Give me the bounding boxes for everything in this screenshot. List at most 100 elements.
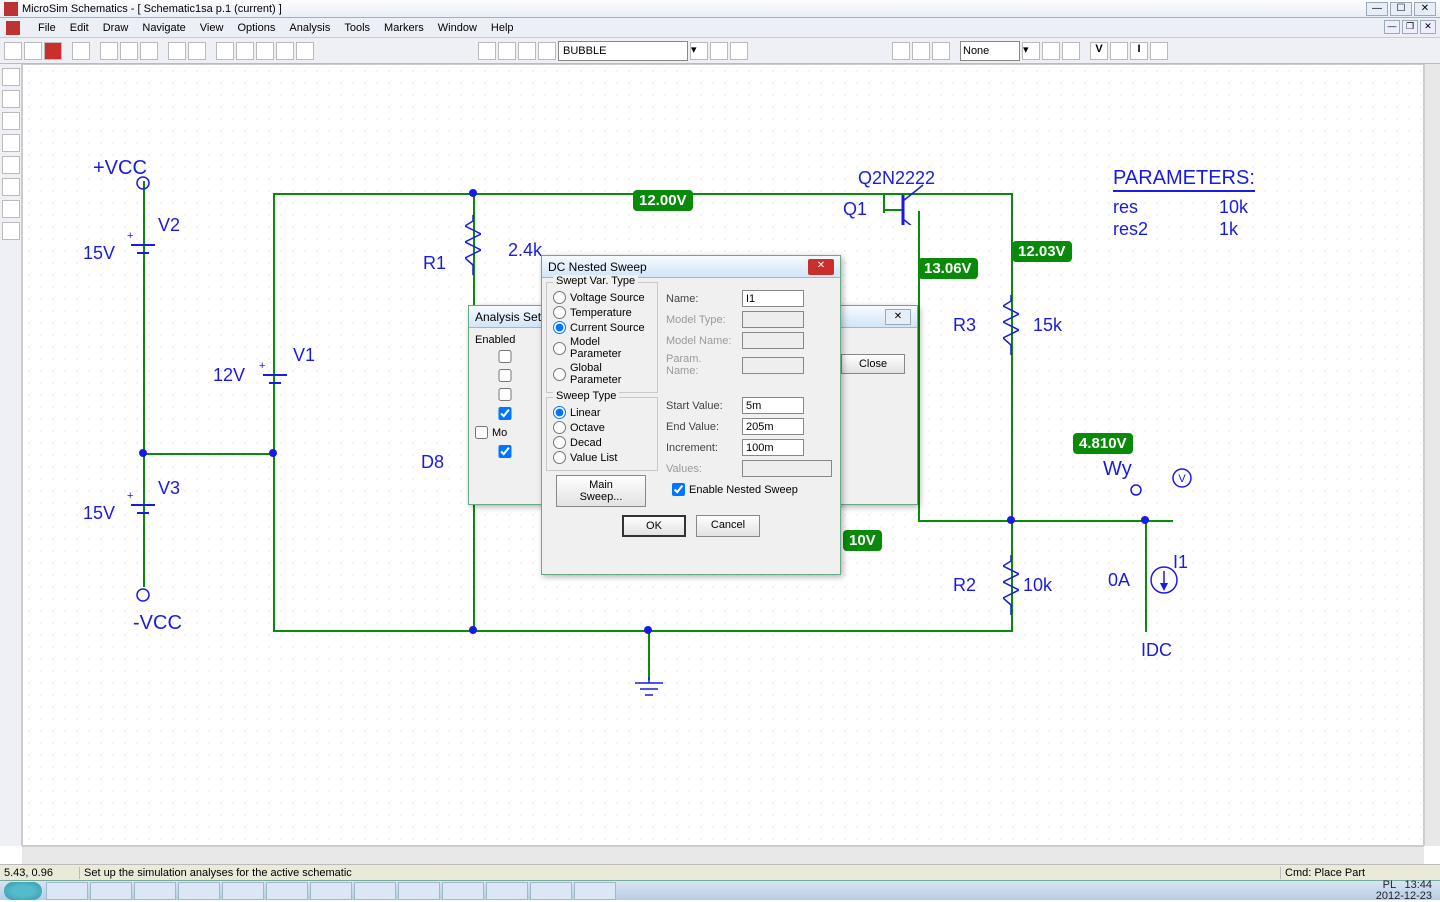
mdi-restore[interactable]: ❐ <box>1402 20 1418 34</box>
end-value-input[interactable] <box>742 418 804 435</box>
t1-icon[interactable] <box>478 42 496 60</box>
minimize-button[interactable]: — <box>1366 2 1388 16</box>
menu-analysis[interactable]: Analysis <box>289 22 330 34</box>
tool-part-icon[interactable] <box>2 178 20 196</box>
taskbar-app-1[interactable] <box>46 882 88 900</box>
new-icon[interactable] <box>4 42 22 60</box>
zoom4-icon[interactable] <box>276 42 294 60</box>
tool-erro-icon[interactable] <box>2 222 20 240</box>
t2-icon[interactable] <box>498 42 516 60</box>
menu-edit[interactable]: Edit <box>70 22 89 34</box>
radio-decad[interactable]: Decad <box>553 436 651 449</box>
mdi-close[interactable]: ✕ <box>1420 20 1436 34</box>
nested-close-icon[interactable]: ✕ <box>808 259 834 275</box>
start-value-input[interactable] <box>742 397 804 414</box>
t10-icon[interactable] <box>1042 42 1060 60</box>
tool-wire-icon[interactable] <box>2 90 20 108</box>
dd2-icon[interactable]: ▾ <box>1022 42 1040 60</box>
save-icon[interactable] <box>44 42 62 60</box>
menu-tools[interactable]: Tools <box>344 22 370 34</box>
enable-nested-checkbox[interactable] <box>672 483 685 496</box>
enable-chk-6[interactable] <box>475 445 535 458</box>
menu-options[interactable]: Options <box>237 22 275 34</box>
taskbar-app-13[interactable] <box>574 882 616 900</box>
part-name-input[interactable] <box>558 41 688 61</box>
radio-octave[interactable]: Octave <box>553 421 651 434</box>
marker-select[interactable] <box>960 41 1020 61</box>
mdi-minimize[interactable]: — <box>1384 20 1400 34</box>
i2-marker-icon[interactable]: I <box>1130 42 1148 60</box>
schematic-canvas[interactable]: +VCC -VCC V2 15V V1 12V V3 15V R1 2.4k D… <box>22 64 1424 846</box>
menu-draw[interactable]: Draw <box>103 22 129 34</box>
tool-arc-icon[interactable] <box>2 134 20 152</box>
t7-icon[interactable] <box>892 42 910 60</box>
print-icon[interactable] <box>72 42 90 60</box>
open-icon[interactable] <box>24 42 42 60</box>
name-input[interactable] <box>742 290 804 307</box>
zoom5-icon[interactable] <box>296 42 314 60</box>
main-sweep-button[interactable]: Main Sweep... <box>556 475 646 507</box>
enable-chk-2[interactable] <box>475 369 535 382</box>
taskbar-app-3[interactable] <box>134 882 176 900</box>
horizontal-scrollbar[interactable] <box>22 846 1424 864</box>
menu-file[interactable]: File <box>38 22 56 34</box>
close-button[interactable]: ✕ <box>1414 2 1436 16</box>
increment-input[interactable] <box>742 439 804 456</box>
redo-icon[interactable] <box>188 42 206 60</box>
taskbar-app-8[interactable] <box>354 882 396 900</box>
analysis-setup-close-icon[interactable]: ✕ <box>885 309 911 325</box>
tool-bus-icon[interactable] <box>2 112 20 130</box>
t6-icon[interactable] <box>730 42 748 60</box>
enable-chk-4[interactable] <box>475 407 535 420</box>
ok-button[interactable]: OK <box>622 515 686 537</box>
zoom1-icon[interactable] <box>216 42 234 60</box>
taskbar-app-2[interactable] <box>90 882 132 900</box>
zoom2-icon[interactable] <box>236 42 254 60</box>
taskbar-app-5[interactable] <box>222 882 264 900</box>
taskbar-app-4[interactable] <box>178 882 220 900</box>
menu-view[interactable]: View <box>200 22 224 34</box>
paste-icon[interactable] <box>140 42 158 60</box>
taskbar-app-10[interactable] <box>442 882 484 900</box>
cancel-button[interactable]: Cancel <box>696 515 760 537</box>
t12-icon[interactable] <box>1150 42 1168 60</box>
vertical-scrollbar[interactable] <box>1424 64 1440 846</box>
radio-voltage-source[interactable]: Voltage Source <box>553 291 651 304</box>
taskbar-app-9[interactable] <box>398 882 440 900</box>
tool-block-icon[interactable] <box>2 200 20 218</box>
enable-chk-1[interactable] <box>475 350 535 363</box>
enable-chk-3[interactable] <box>475 388 535 401</box>
start-button[interactable] <box>4 882 42 900</box>
radio-current-source[interactable]: Current Source <box>553 321 651 334</box>
menu-window[interactable]: Window <box>438 22 477 34</box>
i-marker-icon[interactable] <box>1110 42 1128 60</box>
tool-select-icon[interactable] <box>2 68 20 86</box>
taskbar-app-7[interactable] <box>310 882 352 900</box>
part-dd-icon[interactable]: ▾ <box>690 42 708 60</box>
undo-icon[interactable] <box>168 42 186 60</box>
t4-icon[interactable] <box>538 42 556 60</box>
radio-temperature[interactable]: Temperature <box>553 306 651 319</box>
maximize-button[interactable]: ☐ <box>1390 2 1412 16</box>
menu-markers[interactable]: Markers <box>384 22 424 34</box>
t9-icon[interactable] <box>932 42 950 60</box>
radio-model-parameter[interactable]: Model Parameter <box>553 336 651 360</box>
cut-icon[interactable] <box>100 42 118 60</box>
radio-value-list[interactable]: Value List <box>553 451 651 464</box>
t5-icon[interactable] <box>710 42 728 60</box>
enable-chk-5[interactable] <box>475 426 488 439</box>
menu-help[interactable]: Help <box>491 22 514 34</box>
radio-linear[interactable]: Linear <box>553 406 651 419</box>
copy-icon[interactable] <box>120 42 138 60</box>
taskbar-app-12[interactable] <box>530 882 572 900</box>
radio-global-parameter[interactable]: Global Parameter <box>553 362 651 386</box>
t3-icon[interactable] <box>518 42 536 60</box>
v-marker-icon[interactable]: V <box>1090 42 1108 60</box>
t8-icon[interactable] <box>912 42 930 60</box>
taskbar-app-6[interactable] <box>266 882 308 900</box>
analysis-close-button[interactable]: Close <box>841 354 905 374</box>
menu-navigate[interactable]: Navigate <box>142 22 185 34</box>
zoom3-icon[interactable] <box>256 42 274 60</box>
t11-icon[interactable] <box>1062 42 1080 60</box>
tool-text-icon[interactable] <box>2 156 20 174</box>
